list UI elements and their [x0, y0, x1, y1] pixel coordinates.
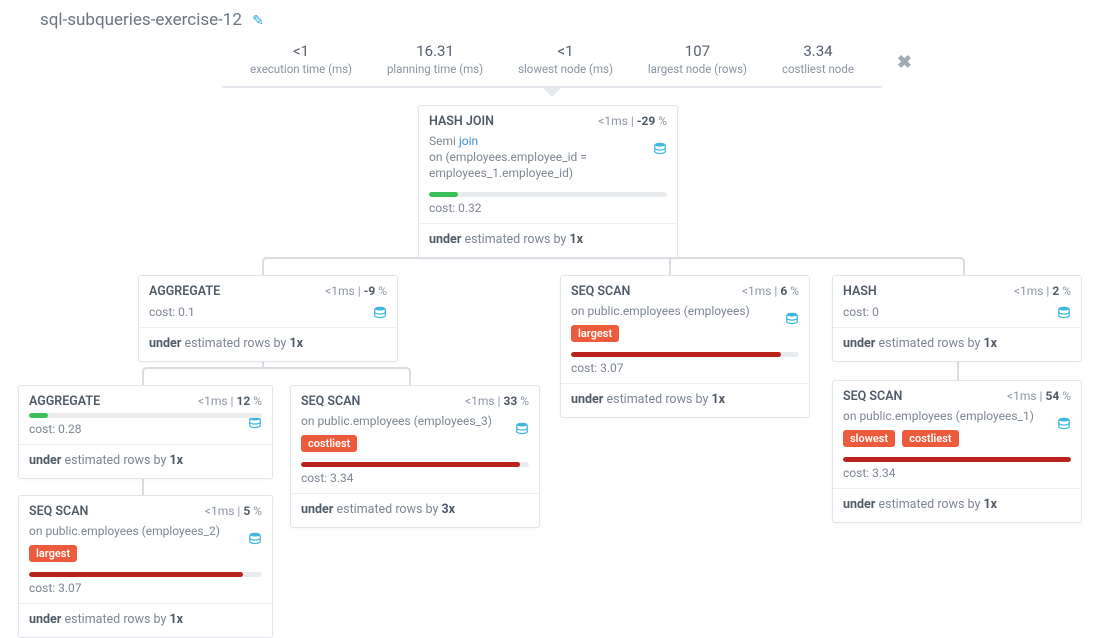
badge-largest: largest	[571, 325, 619, 342]
page-header: sql-subqueries-exercise-12 ✎	[0, 0, 1103, 30]
node-seqscan-employees-2[interactable]: SEQ SCAN <1ms | 5 % on public.employees …	[18, 495, 273, 638]
node-hash[interactable]: HASH <1ms | 2 % cost: 0 under estimated …	[832, 275, 1082, 362]
node-subtitle: on public.employees (employees_1)	[833, 408, 1081, 430]
database-icon	[785, 312, 799, 326]
database-icon	[373, 306, 387, 320]
node-subtitle: on public.employees (employees_2)	[19, 523, 272, 545]
badge-largest: largest	[29, 545, 77, 562]
plan-title: sql-subqueries-exercise-12	[40, 10, 242, 30]
node-hash-join[interactable]: HASH JOIN <1ms | -29 % Semi join on (emp…	[418, 105, 678, 258]
node-title: HASH	[843, 284, 877, 299]
node-title: SEQ SCAN	[301, 394, 360, 409]
node-title: SEQ SCAN	[29, 504, 88, 519]
badge-costliest: costliest	[902, 430, 958, 447]
node-seqscan-employees[interactable]: SEQ SCAN <1ms | 6 % on public.employees …	[560, 275, 810, 418]
node-metrics: <1ms | 33 %	[465, 394, 529, 408]
stat-plan-time: 16.31 planning time (ms)	[387, 42, 483, 76]
node-metrics: <1ms | 6 %	[742, 284, 799, 298]
badge-slowest: slowest	[843, 430, 895, 447]
node-metrics: <1ms | 54 %	[1007, 389, 1071, 403]
pencil-icon[interactable]: ✎	[252, 13, 264, 29]
stat-slowest-node: <1 slowest node (ms)	[518, 42, 613, 76]
node-metrics: <1ms | 2 %	[1014, 284, 1071, 298]
node-title: AGGREGATE	[29, 394, 100, 409]
close-icon[interactable]: ✖	[897, 52, 912, 73]
badge-costliest: costliest	[301, 435, 357, 452]
node-subtitle: on public.employees (employees)	[561, 303, 809, 325]
stat-costliest-node: 3.34 costliest node	[782, 42, 854, 76]
stat-exec-time: <1 execution time (ms)	[250, 42, 352, 76]
node-metrics: <1ms | 5 %	[205, 504, 262, 518]
node-footer: under estimated rows by 1x	[419, 224, 677, 257]
node-seqscan-employees-1[interactable]: SEQ SCAN <1ms | 54 % on public.employees…	[832, 380, 1082, 523]
node-seqscan-employees-3[interactable]: SEQ SCAN <1ms | 33 % on public.employees…	[290, 385, 540, 528]
node-metrics: <1ms | -29 %	[598, 114, 667, 128]
node-title: HASH JOIN	[429, 114, 494, 129]
node-title: SEQ SCAN	[571, 284, 630, 299]
node-title: SEQ SCAN	[843, 389, 902, 404]
database-icon	[1057, 306, 1071, 320]
database-icon	[248, 532, 262, 546]
node-metrics: <1ms | -9 %	[325, 284, 387, 298]
node-aggregate-2[interactable]: AGGREGATE <1ms | 12 % cost: 0.28 under e…	[18, 385, 273, 479]
node-aggregate-1[interactable]: AGGREGATE <1ms | -9 % cost: 0.1 under es…	[138, 275, 398, 362]
node-title: AGGREGATE	[149, 284, 220, 299]
database-icon	[1057, 417, 1071, 431]
database-icon	[653, 142, 667, 156]
database-icon	[248, 416, 262, 430]
stats-bar: <1 execution time (ms) 16.31 planning ti…	[222, 38, 882, 97]
node-subtitle: Semi join on (employees.employee_id = em…	[419, 133, 677, 188]
node-subtitle: on public.employees (employees_3)	[291, 413, 539, 435]
stat-largest-node: 107 largest node (rows)	[648, 42, 747, 76]
node-metrics: <1ms | 12 %	[198, 394, 262, 408]
database-icon	[515, 422, 529, 436]
chevron-down-icon	[543, 88, 561, 97]
